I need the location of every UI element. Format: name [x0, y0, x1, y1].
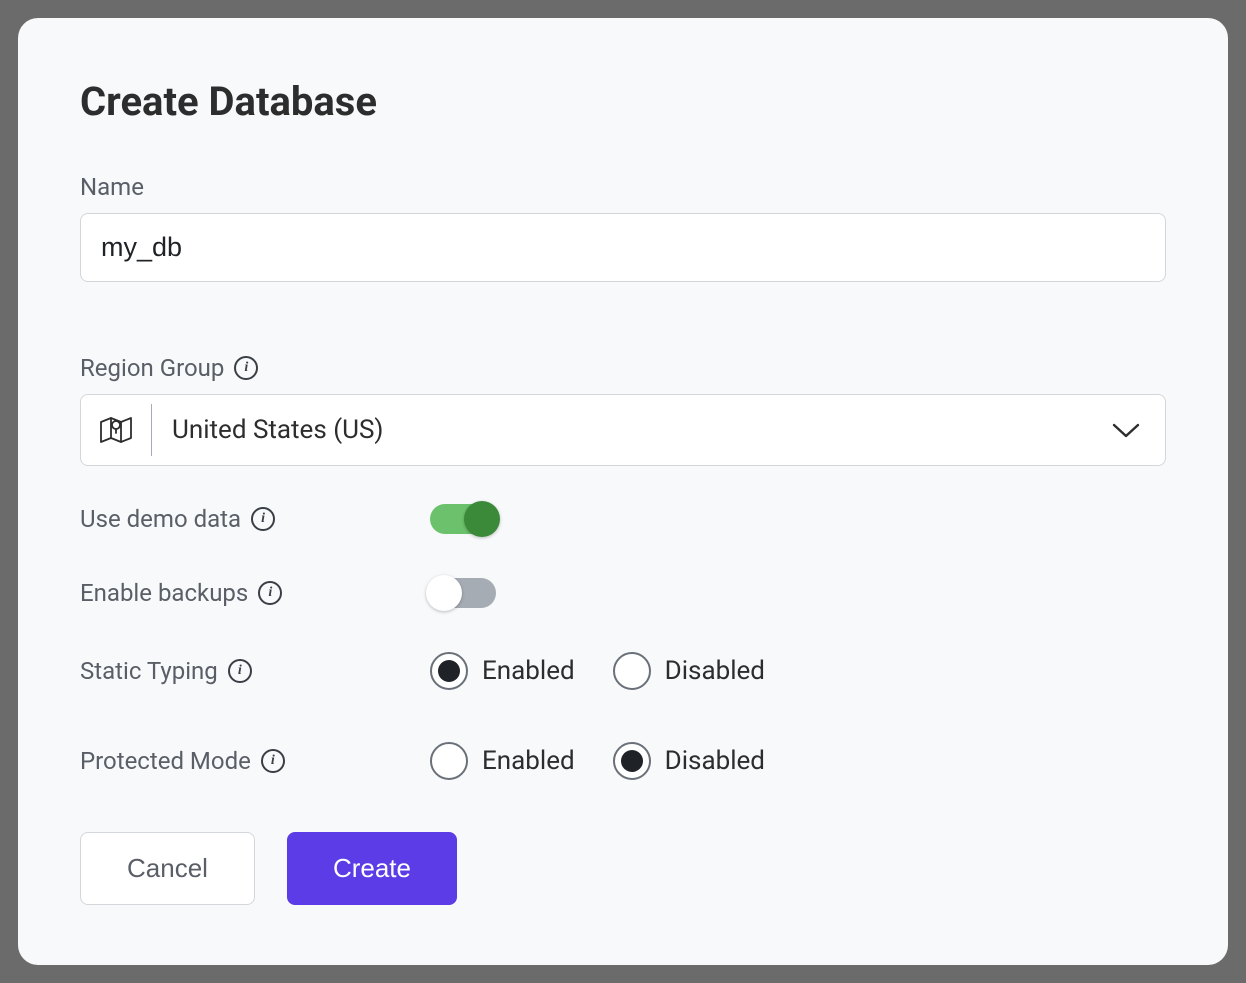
static-typing-enabled-option[interactable]: Enabled	[430, 652, 575, 690]
radio-label: Enabled	[482, 746, 575, 776]
demo-data-label-text: Use demo data	[80, 505, 241, 533]
demo-data-row: Use demo data i	[80, 504, 1166, 534]
name-input[interactable]	[80, 213, 1166, 282]
toggle-knob	[464, 501, 500, 537]
demo-data-label: Use demo data i	[80, 505, 430, 533]
region-group-label: Region Group i	[80, 354, 1166, 382]
region-group-select[interactable]: United States (US)	[80, 394, 1166, 466]
protected-mode-label: Protected Mode i	[80, 747, 430, 775]
static-typing-label: Static Typing i	[80, 657, 430, 685]
info-icon[interactable]: i	[228, 659, 252, 683]
region-group-label-text: Region Group	[80, 354, 224, 382]
static-typing-disabled-option[interactable]: Disabled	[613, 652, 765, 690]
radio-icon	[613, 742, 651, 780]
info-icon[interactable]: i	[234, 356, 258, 380]
static-typing-label-text: Static Typing	[80, 657, 218, 685]
backups-toggle[interactable]	[430, 578, 496, 608]
static-typing-row: Static Typing i Enabled Disabled	[80, 652, 1166, 690]
info-icon[interactable]: i	[258, 581, 282, 605]
toggle-knob	[426, 575, 462, 611]
radio-label: Disabled	[665, 656, 765, 686]
radio-icon	[430, 742, 468, 780]
radio-label: Enabled	[482, 656, 575, 686]
dialog-title: Create Database	[80, 78, 1166, 125]
backups-label-text: Enable backups	[80, 579, 248, 607]
create-database-dialog: Create Database Name Region Group i Unit…	[18, 18, 1228, 965]
info-icon[interactable]: i	[261, 749, 285, 773]
name-label-text: Name	[80, 173, 144, 201]
backups-row: Enable backups i	[80, 578, 1166, 608]
create-button[interactable]: Create	[287, 832, 457, 905]
radio-icon	[613, 652, 651, 690]
radio-label: Disabled	[665, 746, 765, 776]
cancel-button[interactable]: Cancel	[80, 832, 255, 905]
demo-data-toggle[interactable]	[430, 504, 496, 534]
region-group-value: United States (US)	[172, 415, 1111, 445]
backups-label: Enable backups i	[80, 579, 430, 607]
protected-mode-disabled-option[interactable]: Disabled	[613, 742, 765, 780]
radio-icon	[430, 652, 468, 690]
protected-mode-options: Enabled Disabled	[430, 742, 765, 780]
protected-mode-label-text: Protected Mode	[80, 747, 251, 775]
button-row: Cancel Create	[80, 832, 1166, 905]
protected-mode-row: Protected Mode i Enabled Disabled	[80, 742, 1166, 780]
map-icon	[99, 404, 152, 456]
info-icon[interactable]: i	[251, 507, 275, 531]
static-typing-options: Enabled Disabled	[430, 652, 765, 690]
name-label: Name	[80, 173, 1166, 201]
chevron-down-icon	[1111, 421, 1141, 439]
protected-mode-enabled-option[interactable]: Enabled	[430, 742, 575, 780]
